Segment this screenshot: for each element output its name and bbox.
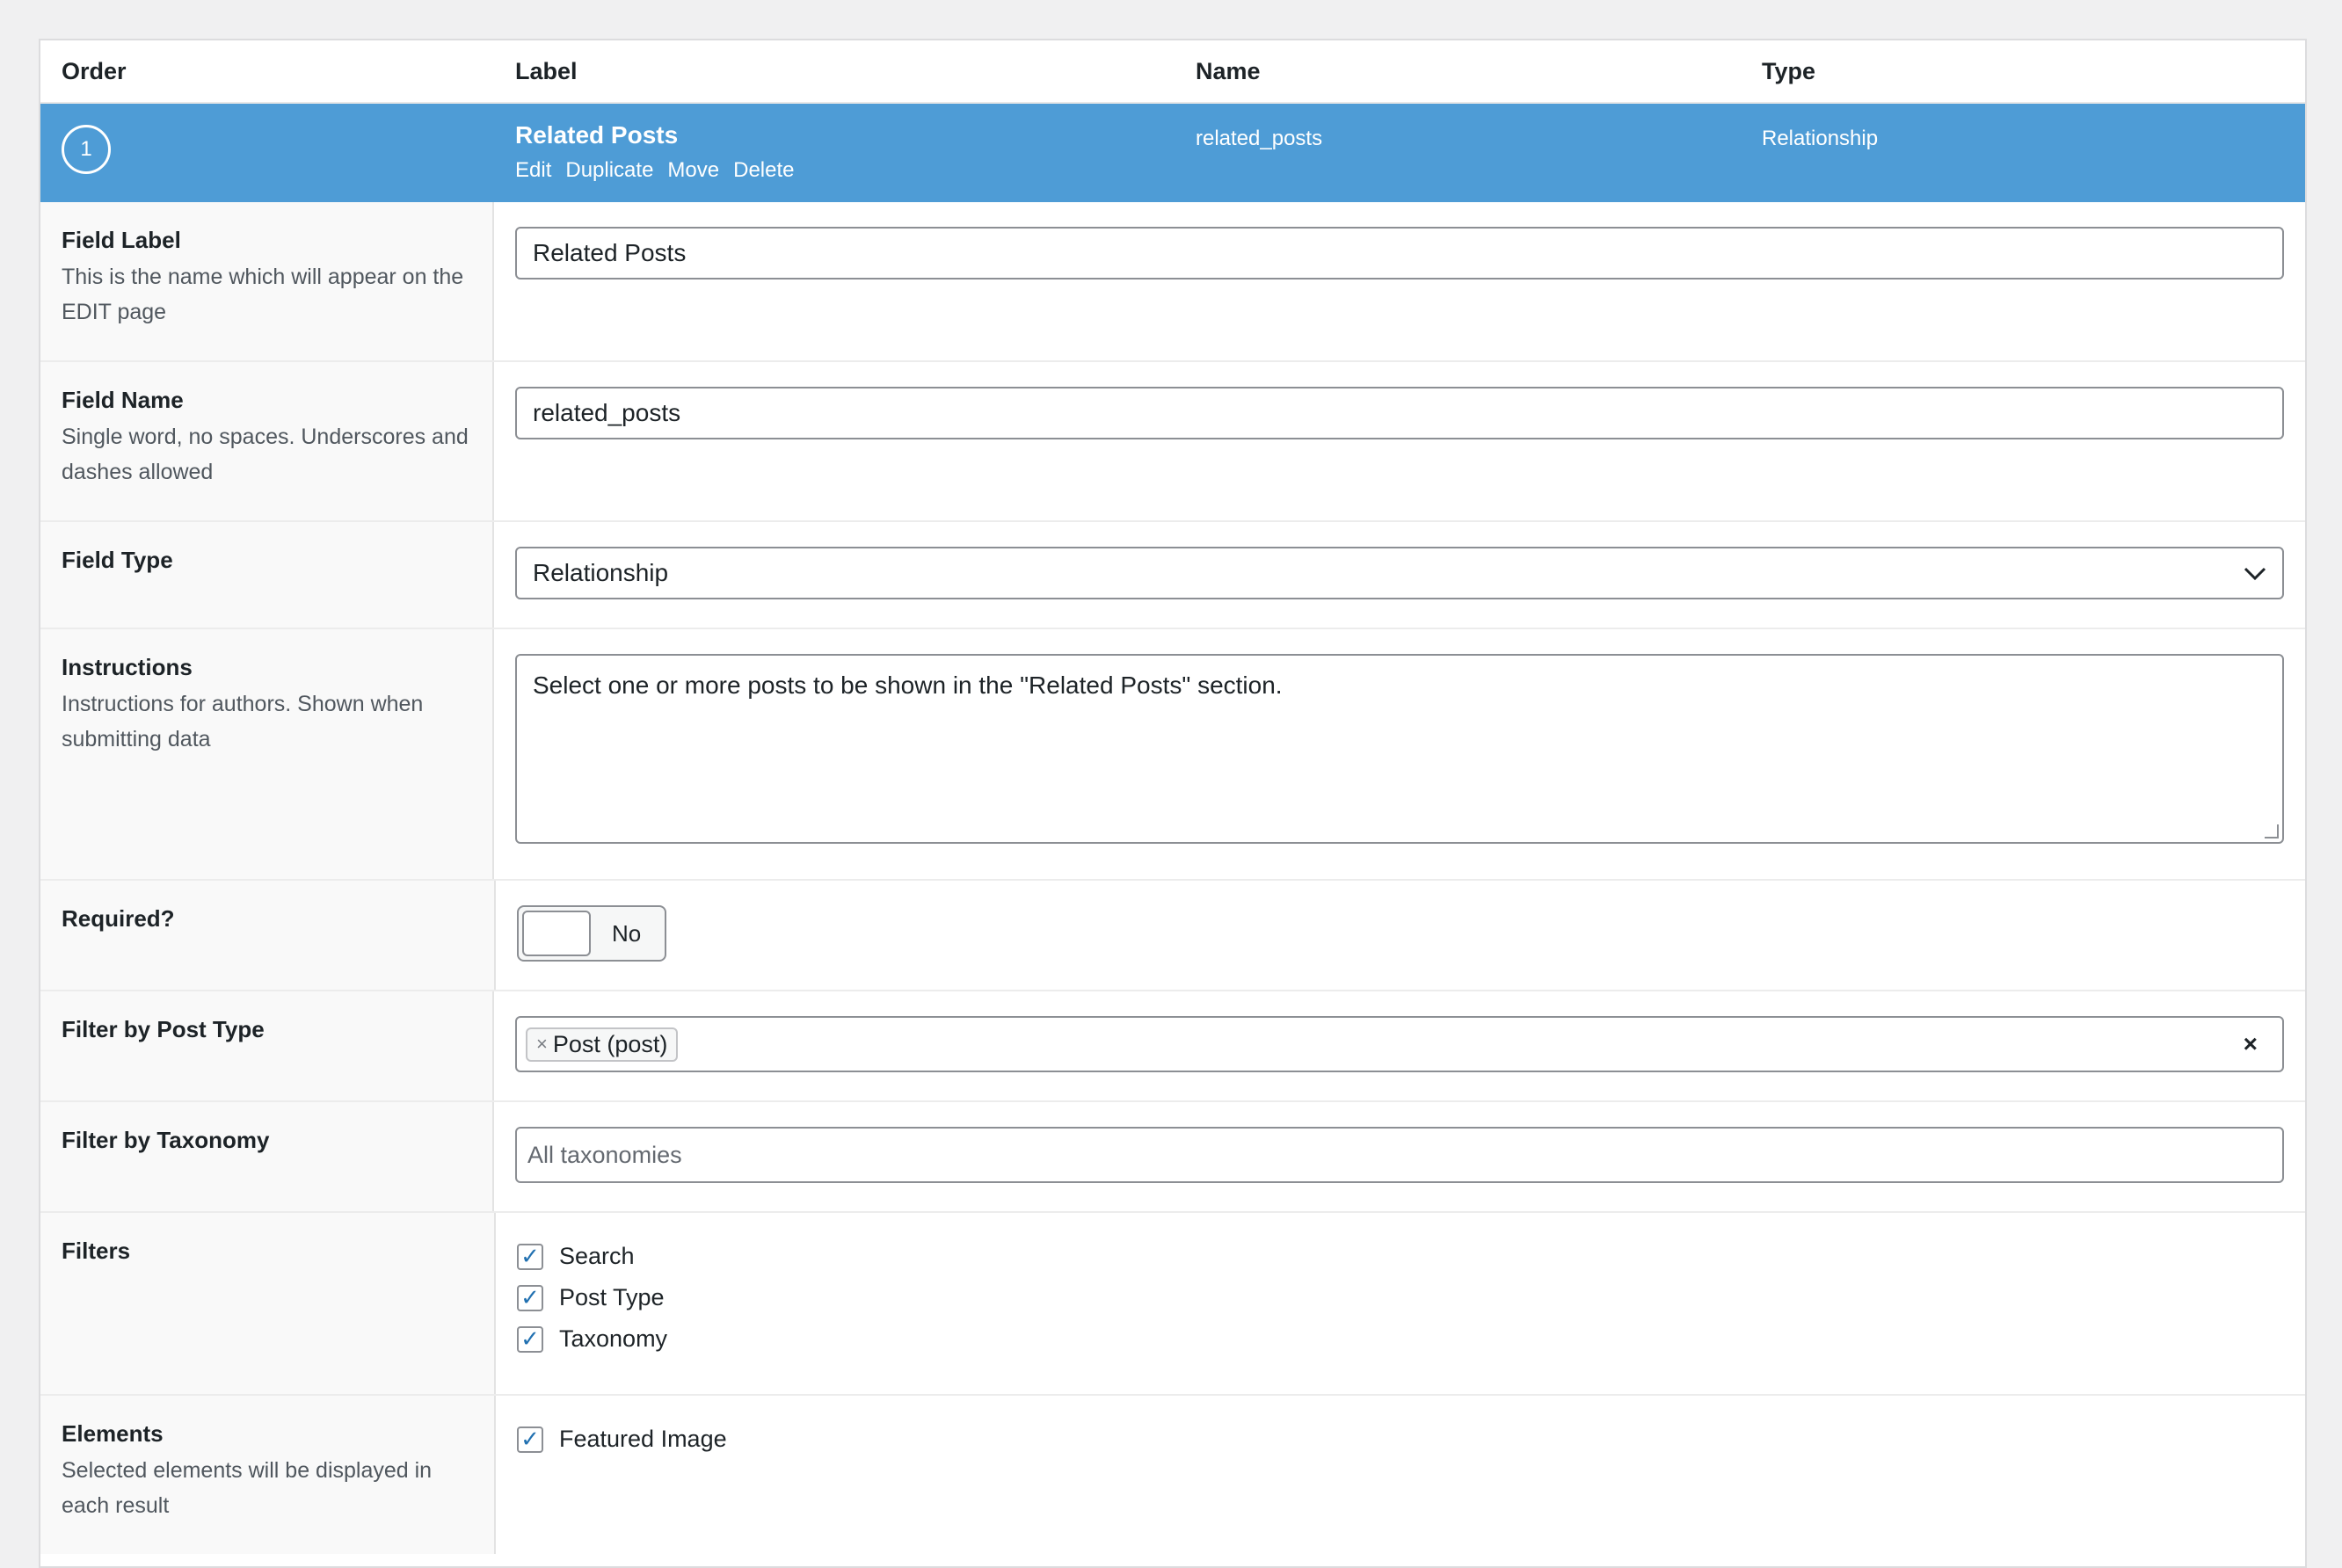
checkbox-checked-icon[interactable]: ✓ (517, 1284, 543, 1311)
setting-title: Field Name (62, 387, 184, 413)
filter-post-type-option[interactable]: ✓ Post Type (517, 1284, 2284, 1311)
option-label: Taxonomy (559, 1325, 668, 1352)
filter-taxonomy-option[interactable]: ✓ Taxonomy (517, 1325, 2284, 1353)
setting-elements: Elements Selected elements will be displ… (40, 1396, 2305, 1554)
field-row-related-posts[interactable]: 1 Related Posts Edit Duplicate Move Dele… (40, 104, 2305, 202)
field-group-panel: Order Label Name Type 1 Related Posts Ed… (39, 39, 2307, 1568)
setting-required: Required? No (40, 881, 2305, 991)
setting-title: Filters (62, 1238, 131, 1264)
setting-instructions: Instructions Instructions for authors. S… (40, 629, 2305, 881)
checkbox-checked-icon[interactable]: ✓ (517, 1325, 543, 1353)
move-link[interactable]: Move (667, 158, 719, 183)
setting-filters: Filters ✓ Search ✓ Post Type ✓ Taxonomy (40, 1213, 2305, 1396)
header-type: Type (1762, 57, 1816, 84)
field-order-handle[interactable]: 1 (62, 125, 111, 174)
edit-link[interactable]: Edit (515, 158, 551, 183)
header-order: Order (62, 57, 127, 84)
field-label-input[interactable]: Related Posts (515, 227, 2284, 279)
checkbox-checked-icon[interactable]: ✓ (517, 1243, 543, 1270)
setting-filter-taxonomy: Filter by Taxonomy All taxonomies (40, 1102, 2305, 1213)
option-label: Featured Image (559, 1426, 727, 1452)
element-featured-image-option[interactable]: ✓ Featured Image (517, 1426, 2284, 1453)
clear-selection-icon[interactable]: × (2244, 1030, 2258, 1058)
field-name-input[interactable]: related_posts (515, 387, 2284, 439)
post-type-multiselect[interactable]: × Post (post) × (515, 1016, 2284, 1072)
setting-title: Instructions (62, 654, 193, 680)
option-label: Search (559, 1243, 635, 1269)
field-row-name: related_posts (1196, 127, 1323, 150)
chip-remove-icon[interactable]: × (536, 1033, 548, 1056)
setting-field-name: Field Name Single word, no spaces. Under… (40, 362, 2305, 522)
filter-search-option[interactable]: ✓ Search (517, 1243, 2284, 1270)
chip-label: Post (post) (552, 1030, 668, 1057)
instructions-textarea[interactable]: Select one or more posts to be shown in … (515, 654, 2284, 844)
setting-filter-post-type: Filter by Post Type × Post (post) × (40, 991, 2305, 1102)
required-toggle[interactable]: No (517, 905, 666, 962)
toggle-knob (522, 911, 591, 956)
setting-title: Field Label (62, 227, 181, 253)
setting-title: Required? (62, 905, 175, 932)
resize-handle-icon[interactable] (2265, 824, 2279, 838)
field-type-select[interactable]: Relationship (515, 547, 2284, 599)
setting-title: Filter by Taxonomy (62, 1127, 270, 1153)
field-row-type: Relationship (1762, 127, 1879, 150)
toggle-state-label: No (612, 919, 642, 947)
setting-title: Filter by Post Type (62, 1016, 265, 1042)
fields-table-header: Order Label Name Type (40, 40, 2305, 104)
chevron-down-icon (2244, 560, 2266, 587)
header-name: Name (1196, 57, 1261, 84)
header-label: Label (515, 57, 578, 84)
filters-checkbox-list: ✓ Search ✓ Post Type ✓ Taxonomy (517, 1238, 2284, 1353)
field-row-actions: Edit Duplicate Move Delete (515, 158, 794, 183)
delete-link[interactable]: Delete (733, 158, 794, 183)
setting-title: Field Type (62, 547, 173, 573)
post-type-chip: × Post (post) (526, 1027, 679, 1062)
setting-field-type: Field Type Relationship (40, 522, 2305, 629)
option-label: Post Type (559, 1284, 665, 1310)
field-settings: Field Label This is the name which will … (40, 202, 2305, 1554)
instructions-text: Select one or more posts to be shown in … (533, 671, 1283, 699)
setting-title: Elements (62, 1420, 164, 1447)
taxonomy-placeholder: All taxonomies (527, 1141, 682, 1168)
field-type-value: Relationship (533, 559, 669, 586)
setting-description: Single word, no spaces. Underscores and … (62, 425, 469, 484)
setting-description: Instructions for authors. Shown when sub… (62, 692, 424, 751)
checkbox-checked-icon[interactable]: ✓ (517, 1426, 543, 1453)
field-row-label[interactable]: Related Posts (515, 121, 678, 149)
taxonomy-multiselect[interactable]: All taxonomies (515, 1127, 2284, 1183)
setting-description: This is the name which will appear on th… (62, 265, 464, 324)
setting-description: Selected elements will be displayed in e… (62, 1458, 433, 1518)
setting-field-label: Field Label This is the name which will … (40, 202, 2305, 362)
elements-checkbox-list: ✓ Featured Image (517, 1420, 2284, 1453)
duplicate-link[interactable]: Duplicate (565, 158, 653, 183)
